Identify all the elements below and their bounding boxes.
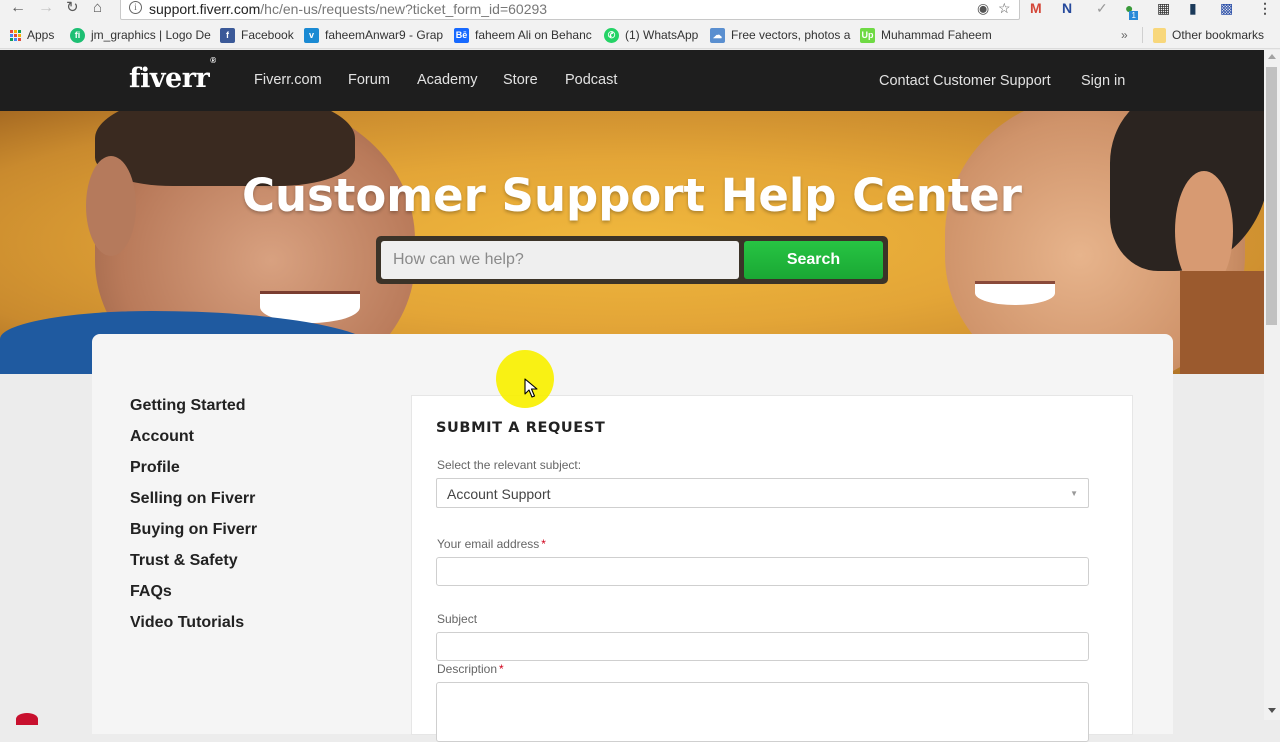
check-icon[interactable]: ✓	[1096, 0, 1108, 16]
bookmark-label: faheemAnwar9 - Grap	[325, 28, 444, 42]
bookmark-divider	[1142, 27, 1143, 43]
vimeo-icon: v	[304, 27, 319, 43]
subject-select-value: Account Support	[447, 486, 551, 502]
sidebar-item-getting-started[interactable]: Getting Started	[130, 397, 246, 415]
gmail-icon[interactable]: M	[1030, 0, 1042, 16]
email-label-text: Your email address	[437, 537, 540, 551]
bookmark-other[interactable]: Other bookmarks	[1153, 27, 1264, 43]
subject-label: Subject	[437, 612, 478, 626]
nav-podcast[interactable]: Podcast	[565, 72, 617, 88]
sign-in-link[interactable]: Sign in	[1081, 73, 1125, 89]
extension-icon[interactable]: ◉	[977, 0, 989, 17]
description-label-text: Description	[437, 662, 498, 676]
grid-icon[interactable]: ▩	[1220, 0, 1233, 16]
address-bar[interactable]: i support.fiverr.com/hc/en-us/requests/n…	[120, 0, 1020, 20]
nav-forum[interactable]: Forum	[348, 72, 390, 88]
page-scrollbar[interactable]	[1264, 50, 1280, 720]
sidebar-item-trust-safety[interactable]: Trust & Safety	[130, 552, 238, 570]
bookmark-label: Facebook	[241, 28, 294, 42]
extension-badge-count: 1	[1129, 11, 1138, 20]
subject-field[interactable]	[436, 632, 1089, 661]
bookmark-whatsapp[interactable]: ✆ (1) WhatsApp	[604, 27, 698, 43]
chat-widget-icon[interactable]	[16, 713, 38, 725]
nav-academy[interactable]: Academy	[417, 72, 477, 88]
facebook-icon: f	[220, 27, 235, 43]
url-host: support.fiverr.com	[149, 1, 261, 17]
logo-text: fiverr	[129, 63, 210, 94]
subject-select-label: Select the relevant subject:	[437, 458, 582, 472]
fiverr-green-icon: fi	[70, 27, 85, 43]
bookmark-label: jm_graphics | Logo De	[91, 28, 211, 42]
bookmark-label: faheem Ali on Behanc	[475, 28, 592, 42]
site-header: fiverr® Fiverr.com Forum Academy Store P…	[0, 50, 1264, 111]
bookmark-vimeo[interactable]: v faheemAnwar9 - Grap	[304, 27, 443, 43]
bookmark-label: Free vectors, photos a	[731, 28, 851, 42]
extension-badge-icon[interactable]: ●1	[1125, 0, 1142, 20]
url-path: /hc/en-us/requests/new?ticket_form_id=60…	[260, 1, 548, 17]
bookmarks-overflow-button[interactable]: »	[1121, 27, 1128, 43]
description-textarea[interactable]	[436, 682, 1089, 742]
help-search-input[interactable]	[381, 241, 739, 279]
scroll-down-arrow-icon[interactable]	[1268, 708, 1276, 713]
bookmark-apps[interactable]: Apps	[10, 27, 54, 43]
contact-customer-support-link[interactable]: Contact Customer Support	[879, 73, 1051, 89]
nav-fiverr-com[interactable]: Fiverr.com	[254, 72, 322, 88]
bookmark-label: Other bookmarks	[1172, 28, 1265, 42]
home-icon[interactable]: ⌂	[93, 0, 102, 16]
bookmark-jm-graphics[interactable]: fi jm_graphics | Logo De	[70, 27, 211, 43]
email-field[interactable]	[436, 557, 1089, 586]
bookmark-label: Muhammad Faheem	[881, 28, 992, 42]
bookmark-label: Apps	[27, 28, 55, 42]
subject-select[interactable]: Account Support ▼	[436, 478, 1089, 508]
fiverr-logo[interactable]: fiverr®	[129, 56, 216, 94]
info-icon[interactable]: i	[129, 1, 142, 14]
description-label: Description *	[437, 662, 504, 676]
form-title: SUBMIT A REQUEST	[436, 420, 606, 436]
onenote-icon[interactable]: N	[1062, 0, 1072, 16]
nav-store[interactable]: Store	[503, 72, 538, 88]
folder-icon	[1153, 27, 1166, 43]
hero-title: Customer Support Help Center	[242, 169, 1022, 222]
apps-grid-icon	[10, 29, 21, 41]
bookmark-label: (1) WhatsApp	[625, 28, 699, 42]
back-icon[interactable]: ←	[10, 0, 26, 16]
sidebar-item-buying-on-fiverr[interactable]: Buying on Fiverr	[130, 521, 257, 539]
help-search-form: Search	[376, 236, 888, 284]
bookmark-upwork[interactable]: Up Muhammad Faheem	[860, 27, 992, 43]
star-icon[interactable]: ☆	[998, 0, 1011, 17]
bookmarks-bar: Apps fi jm_graphics | Logo De f Facebook…	[0, 21, 1280, 49]
sidebar-item-selling-on-fiverr[interactable]: Selling on Fiverr	[130, 490, 255, 508]
chevron-down-icon: ▼	[1070, 489, 1078, 498]
sidebar-item-profile[interactable]: Profile	[130, 459, 180, 477]
scroll-up-arrow-icon[interactable]	[1268, 54, 1276, 59]
required-marker: *	[499, 662, 504, 676]
required-marker: *	[541, 537, 546, 551]
scrollbar-thumb[interactable]	[1266, 67, 1277, 325]
bookmark-freepik[interactable]: ☁ Free vectors, photos a	[710, 27, 850, 43]
sidebar-item-faqs[interactable]: FAQs	[130, 583, 172, 601]
bookmark-facebook[interactable]: f Facebook	[220, 27, 294, 43]
search-button[interactable]: Search	[744, 241, 883, 279]
menu-icon[interactable]: ⋮	[1258, 0, 1272, 16]
upwork-icon: Up	[860, 27, 875, 43]
sidebar-item-video-tutorials[interactable]: Video Tutorials	[130, 614, 244, 632]
whatsapp-icon: ✆	[604, 27, 619, 43]
forward-icon[interactable]: →	[38, 0, 54, 16]
overflow-icon: »	[1121, 28, 1128, 42]
reload-icon[interactable]: ↻	[66, 0, 79, 16]
book-icon[interactable]: ▮	[1189, 0, 1197, 16]
freepik-icon: ☁	[710, 27, 725, 43]
url-text[interactable]: support.fiverr.com/hc/en-us/requests/new…	[149, 1, 547, 17]
registered-mark: ®	[210, 56, 216, 65]
mouse-pointer-icon	[524, 378, 538, 398]
bookmark-behance[interactable]: Bē faheem Ali on Behanc	[454, 27, 592, 43]
film-icon[interactable]: ▦	[1157, 0, 1170, 16]
sidebar-item-account[interactable]: Account	[130, 428, 194, 446]
browser-toolbar: ← → ↻ ⌂ i support.fiverr.com/hc/en-us/re…	[0, 0, 1280, 21]
email-label: Your email address *	[437, 537, 546, 551]
behance-icon: Bē	[454, 27, 469, 43]
